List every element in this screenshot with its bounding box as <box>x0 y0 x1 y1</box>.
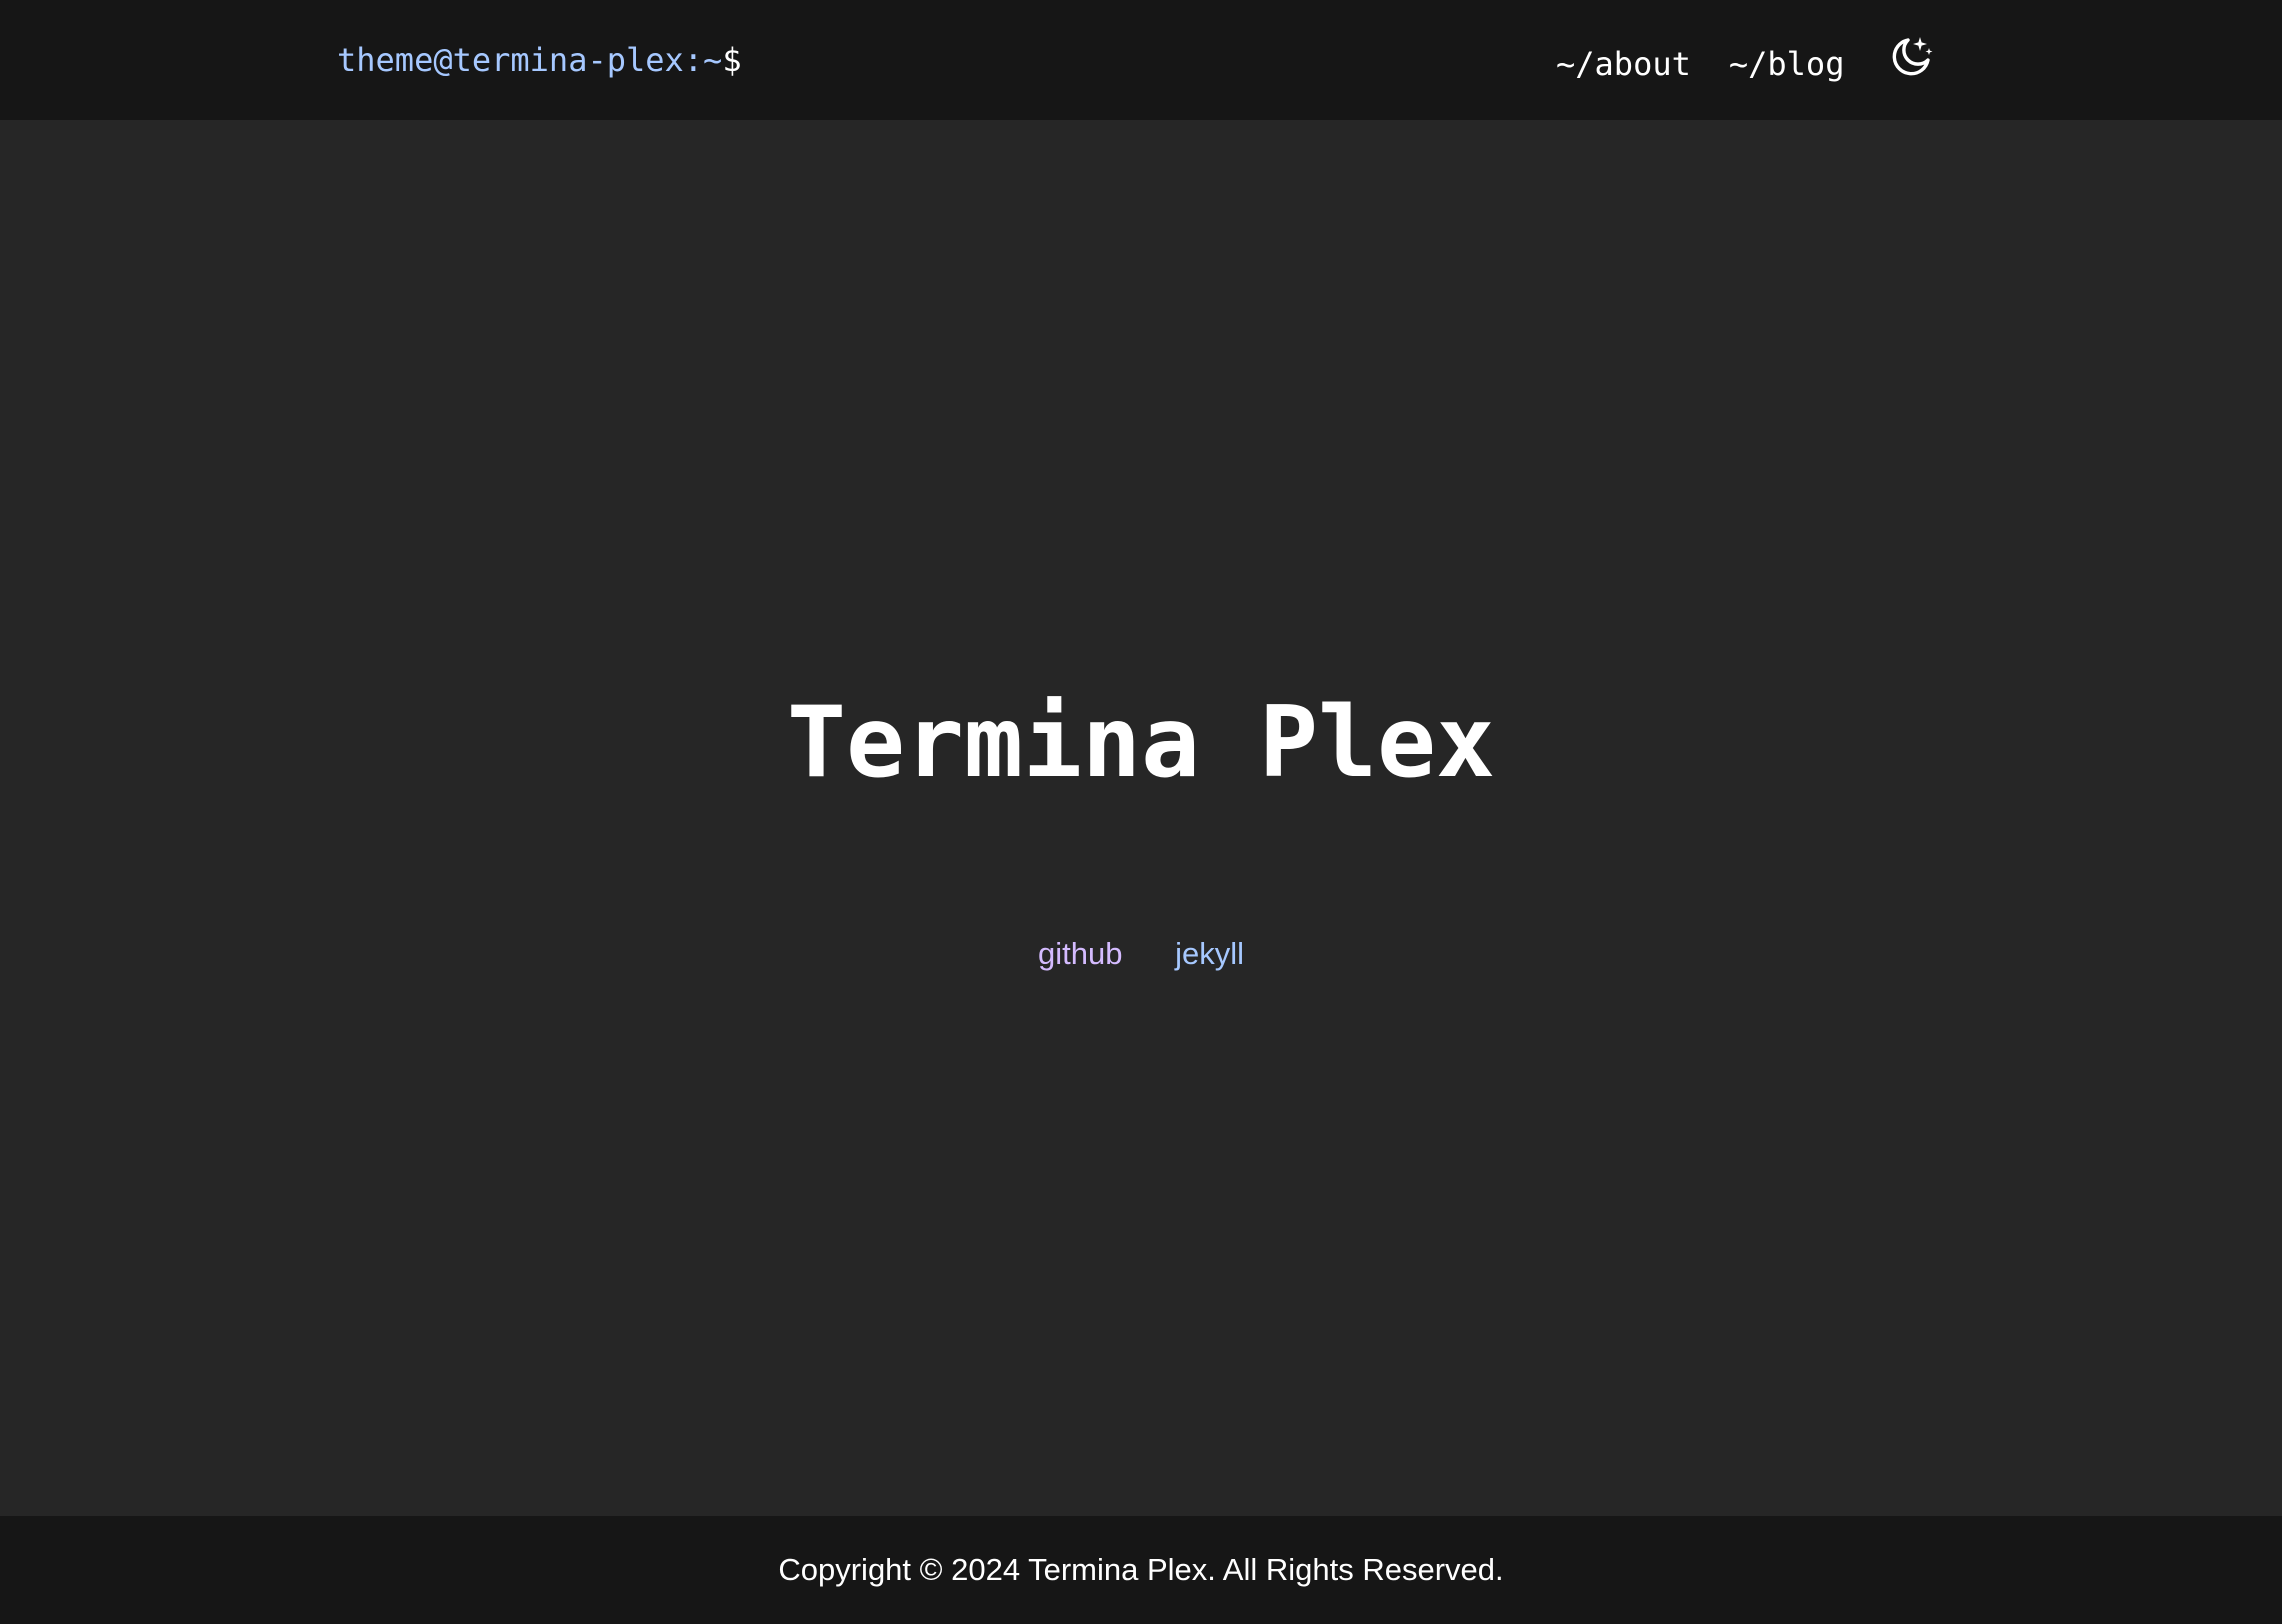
main-content: Termina Plex github jekyll <box>0 120 2282 1516</box>
jekyll-link[interactable]: jekyll <box>1175 936 1244 971</box>
home-prompt-link[interactable]: theme@termina-plex:~$ <box>337 38 742 82</box>
github-link[interactable]: github <box>1038 936 1122 971</box>
prompt-path: ~ <box>703 41 723 79</box>
copyright-text: Copyright © 2024 Termina Plex. All Right… <box>778 1552 1504 1587</box>
prompt-user: theme@termina-plex <box>337 41 684 79</box>
social-links: github jekyll <box>0 934 2282 974</box>
nav-about-link[interactable]: ~/about <box>1556 42 1691 86</box>
prompt-symbol: $ <box>722 41 742 79</box>
moon-stars-icon <box>1892 37 1933 76</box>
nav-blog-link[interactable]: ~/blog <box>1729 42 1845 86</box>
site-title: Termina Plex <box>786 686 1495 800</box>
theme-toggle-button[interactable] <box>1888 34 1934 80</box>
site-footer: Copyright © 2024 Termina Plex. All Right… <box>0 1516 2282 1624</box>
site-header: theme@termina-plex:~$ ~/about ~/blog <box>0 0 2282 120</box>
prompt-separator: : <box>683 41 704 79</box>
main-nav: ~/about ~/blog <box>1556 42 1844 86</box>
